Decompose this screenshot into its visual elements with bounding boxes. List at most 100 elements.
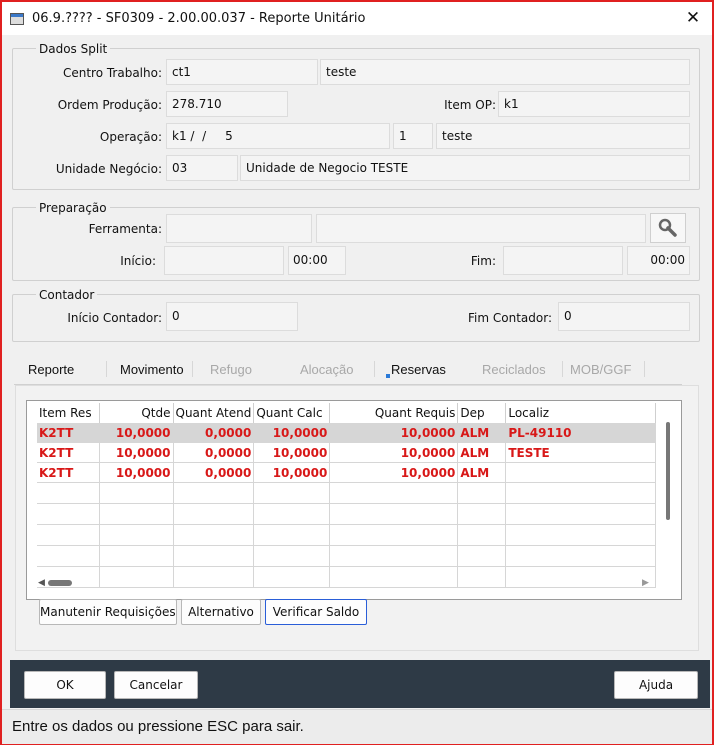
contador-legend: Contador (36, 288, 98, 302)
tab-separator (374, 361, 375, 377)
tab-separator (106, 361, 107, 377)
cell-localiz (505, 462, 657, 483)
table-header-row: Item Res Qtde Quant Atend Quant Calc Qua… (37, 403, 657, 423)
status-text: Entre os dados ou pressione ESC para sai… (12, 718, 304, 735)
unidade-negocio-label: Unidade Negócio: (55, 162, 162, 176)
cell-localiz: TESTE (505, 442, 657, 463)
cell-quant-atend: 0,0000 (173, 423, 255, 443)
centro-trabalho-label: Centro Trabalho: (62, 66, 162, 80)
tab-reciclados[interactable]: Reciclados (482, 357, 546, 383)
tab-reservas[interactable]: Reservas (391, 357, 446, 383)
col-qtde[interactable]: Qtde (99, 403, 174, 423)
preparacao-legend: Preparação (36, 201, 110, 215)
centro-trabalho-desc-field: teste (320, 59, 690, 85)
cell-dep: ALM (457, 423, 507, 443)
tab-movimento[interactable]: Movimento (120, 357, 184, 383)
empty-row (37, 566, 657, 588)
unidade-negocio-field[interactable]: 03 (166, 155, 238, 181)
manutenir-requisicoes-button[interactable]: Manutenir Requisições (39, 599, 177, 625)
item-op-field[interactable]: k1 (498, 91, 690, 117)
unidade-negocio-desc-field: Unidade de Negocio TESTE (240, 155, 690, 181)
close-icon[interactable]: ✕ (682, 8, 704, 28)
centro-trabalho-field[interactable]: ct1 (166, 59, 318, 85)
cell-quant-requis: 10,0000 (329, 423, 459, 443)
tab-bar: Reporte Movimento Refugo Alocação Reserv… (14, 357, 682, 385)
empty-row (37, 524, 657, 546)
tab-separator (644, 361, 645, 377)
cell-quant-calc: 10,0000 (253, 442, 331, 463)
dialog-window: 06.9.???? - SF0309 - 2.00.00.037 - Repor… (0, 0, 714, 745)
reservas-table: Item Res Qtde Quant Atend Quant Calc Qua… (37, 403, 657, 588)
tab-separator (192, 361, 193, 377)
reservas-grid[interactable]: Item Res Qtde Quant Atend Quant Calc Qua… (26, 400, 682, 600)
tab-reporte[interactable]: Reporte (28, 357, 74, 383)
empty-row (37, 503, 657, 525)
item-op-label: Item OP: (444, 98, 496, 112)
fim-date-field[interactable] (503, 246, 623, 275)
cell-dep: ALM (457, 442, 507, 463)
col-quant-requis[interactable]: Quant Requis (329, 403, 459, 423)
col-item-res[interactable]: Item Res (37, 403, 100, 423)
ajuda-button[interactable]: Ajuda (614, 671, 698, 699)
title-bar[interactable]: 06.9.???? - SF0309 - 2.00.00.037 - Repor… (2, 2, 712, 35)
cell-quant-atend: 0,0000 (173, 462, 255, 483)
operacao-seq-field: 1 (393, 123, 433, 149)
empty-row (37, 482, 657, 504)
footer-bar: OK Cancelar Ajuda (10, 660, 710, 708)
table-row[interactable]: K2TT 10,0000 0,0000 10,0000 10,0000 ALM … (37, 423, 657, 443)
ferramenta-label: Ferramenta: (88, 222, 162, 236)
operacao-label: Operação: (99, 130, 162, 144)
focus-marker (386, 374, 390, 378)
cancelar-button[interactable]: Cancelar (114, 671, 198, 699)
grid-vertical-scrollbar[interactable] (666, 422, 670, 520)
ordem-producao-field[interactable]: 278.710 (166, 91, 288, 117)
operacao-field[interactable]: k1 / / 5 (166, 123, 390, 149)
inicio-time-field[interactable]: 00:00 (288, 246, 346, 275)
ok-button[interactable]: OK (24, 671, 106, 699)
ordem-producao-label: Ordem Produção: (57, 98, 162, 112)
cell-quant-requis: 10,0000 (329, 442, 459, 463)
cell-item-res: K2TT (37, 442, 100, 463)
scroll-right-icon[interactable]: ▶ (642, 578, 649, 588)
ferramenta-field[interactable] (166, 214, 312, 243)
verificar-saldo-button[interactable]: Verificar Saldo (265, 599, 367, 625)
dados-split-legend: Dados Split (36, 42, 111, 56)
status-bar: Entre os dados ou pressione ESC para sai… (2, 709, 712, 744)
grid-horizontal-scrollbar[interactable] (48, 580, 72, 586)
cell-quant-requis: 10,0000 (329, 462, 459, 483)
window-title: 06.9.???? - SF0309 - 2.00.00.037 - Repor… (32, 11, 366, 26)
alternativo-button[interactable]: Alternativo (181, 599, 261, 625)
wrench-search-icon (658, 218, 677, 237)
empty-row (37, 545, 657, 567)
ferramenta-desc-field (316, 214, 646, 243)
cell-qtde: 10,0000 (99, 442, 174, 463)
operacao-desc-field: teste (436, 123, 690, 149)
inicio-date-field[interactable] (164, 246, 284, 275)
tab-mob-ggf[interactable]: MOB/GGF (570, 357, 631, 383)
col-quant-calc[interactable]: Quant Calc (253, 403, 331, 423)
tab-separator (562, 361, 563, 377)
col-quant-atend[interactable]: Quant Atend (173, 403, 255, 423)
cell-dep: ALM (457, 462, 507, 483)
cell-quant-calc: 10,0000 (253, 423, 331, 443)
table-row[interactable]: K2TT 10,0000 0,0000 10,0000 10,0000 ALM (37, 462, 657, 483)
cell-item-res: K2TT (37, 423, 100, 443)
tab-alocacao[interactable]: Alocação (300, 357, 353, 383)
cell-qtde: 10,0000 (99, 423, 174, 443)
cell-item-res: K2TT (37, 462, 100, 483)
col-localiz[interactable]: Localiz (505, 403, 657, 423)
cell-qtde: 10,0000 (99, 462, 174, 483)
cell-quant-calc: 10,0000 (253, 462, 331, 483)
inicio-contador-label: Início Contador: (67, 311, 162, 325)
cell-quant-atend: 0,0000 (173, 442, 255, 463)
ferramenta-search-button[interactable] (650, 213, 686, 243)
cell-localiz: PL-49110 (505, 423, 657, 443)
inicio-contador-field[interactable]: 0 (166, 302, 298, 331)
fim-contador-field[interactable]: 0 (558, 302, 690, 331)
tab-refugo[interactable]: Refugo (210, 357, 252, 383)
fim-time-field[interactable]: 00:00 (627, 246, 690, 275)
scroll-left-icon[interactable]: ◀ (38, 578, 45, 588)
app-window-icon (10, 13, 24, 25)
col-dep[interactable]: Dep (457, 403, 507, 423)
table-row[interactable]: K2TT 10,0000 0,0000 10,0000 10,0000 ALM … (37, 442, 657, 463)
